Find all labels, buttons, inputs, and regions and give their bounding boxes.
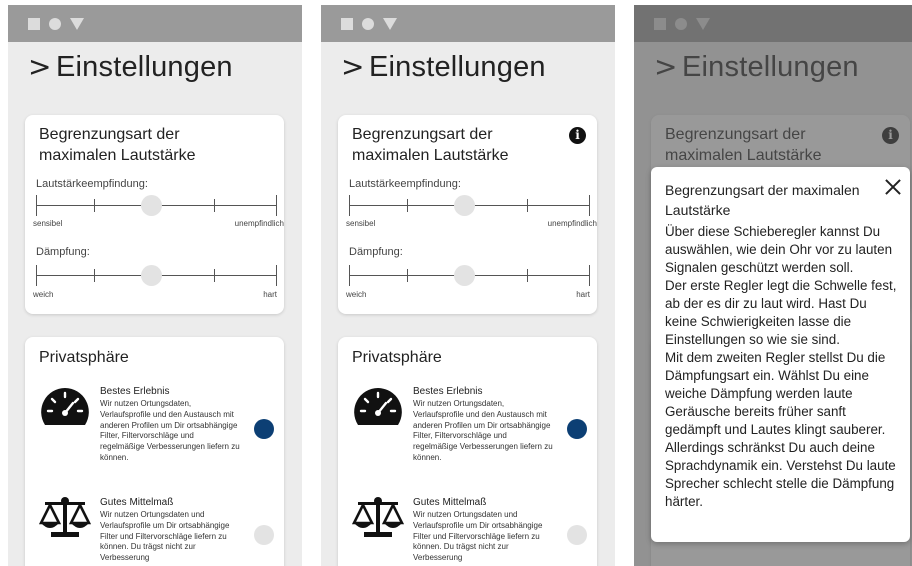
info-dialog: Begrenzungsart der maximalen Lautstärke … — [651, 167, 910, 542]
radio-good-balance[interactable] — [567, 525, 587, 545]
slider-knob[interactable] — [454, 265, 475, 286]
back-chevron-icon[interactable]: > — [341, 53, 364, 81]
privacy-card: Privatsphäre Bestes Erlebnis Wir nutzen … — [25, 337, 284, 566]
screen-2: > Einstellungen Begrenzungsart der maxim… — [321, 5, 615, 566]
damping-slider[interactable] — [349, 265, 590, 287]
nav-square-icon[interactable] — [341, 17, 353, 30]
page-header: > Einstellungen — [8, 44, 302, 90]
card-title: Begrenzungsart der maximalen Lautstärke — [39, 126, 196, 164]
screen-3: > Einstellungen Begrenzungsart der maxim… — [634, 5, 912, 566]
slider-min-label: weich — [346, 290, 367, 299]
back-chevron-icon[interactable]: > — [28, 53, 51, 81]
slider-max-label: unempfindlich — [234, 219, 284, 228]
nav-triangle-icon[interactable] — [383, 17, 397, 30]
slider-label: Dämpfung: — [349, 246, 403, 258]
nav-triangle-icon[interactable] — [70, 17, 84, 30]
dialog-title: Begrenzungsart der maximalen Lautstärke — [665, 182, 860, 218]
slider-label: Dämpfung: — [36, 246, 90, 258]
card-title: Privatsphäre — [39, 349, 129, 366]
slider-min-label: sensibel — [346, 219, 376, 228]
option-description: Wir nutzen Ortungsdaten, Verlaufsprofile… — [100, 399, 240, 462]
sensitivity-slider[interactable] — [36, 195, 277, 217]
slider-max-label: hart — [576, 290, 590, 299]
option-title: Bestes Erlebnis — [100, 386, 170, 397]
page-title: Einstellungen — [56, 50, 233, 83]
nav-circle-icon[interactable] — [362, 17, 374, 30]
damping-slider[interactable] — [36, 265, 277, 287]
option-description: Wir nutzen Ortungsdaten und Verlaufsprof… — [413, 510, 543, 563]
slider-min-label: weich — [33, 290, 54, 299]
page-title: Einstellungen — [369, 50, 546, 83]
slider-knob[interactable] — [141, 265, 162, 286]
option-description: Wir nutzen Ortungsdaten, Verlaufsprofile… — [413, 399, 553, 462]
screen-1: > Einstellungen Begrenzungsart der maxim… — [8, 5, 302, 566]
page-header: > Einstellungen — [321, 44, 615, 90]
radio-best-experience[interactable] — [567, 419, 587, 439]
radio-good-balance[interactable] — [254, 525, 274, 545]
slider-min-label: sensibel — [33, 219, 63, 228]
slider-label: Lautstärkeempfindung: — [36, 178, 148, 190]
privacy-card: Privatsphäre Bestes Erlebnis Wir nutzen … — [338, 337, 597, 566]
nav-circle-icon[interactable] — [49, 17, 61, 30]
slider-knob[interactable] — [454, 195, 475, 216]
card-title: Privatsphäre — [352, 349, 442, 366]
speedometer-icon — [354, 388, 402, 425]
option-description: Wir nutzen Ortungsdaten und Verlaufsprof… — [100, 510, 230, 563]
option-title: Bestes Erlebnis — [413, 386, 483, 397]
slider-max-label: hart — [263, 290, 277, 299]
info-icon[interactable]: i — [569, 127, 586, 144]
balance-scale-icon — [352, 497, 404, 537]
dialog-body: Über diese Schieberegler kannst Du auswä… — [665, 224, 897, 509]
volume-limit-card: Begrenzungsart der maximalen Lautstärke … — [338, 115, 597, 314]
option-title: Gutes Mittelmaß — [100, 497, 174, 508]
nav-square-icon[interactable] — [28, 17, 40, 30]
slider-max-label: unempfindlich — [547, 219, 597, 228]
card-title: Begrenzungsart der maximalen Lautstärke — [352, 126, 509, 164]
option-title: Gutes Mittelmaß — [413, 497, 487, 508]
speedometer-icon — [41, 388, 89, 425]
volume-limit-card: Begrenzungsart der maximalen Lautstärke … — [25, 115, 284, 314]
close-icon[interactable] — [883, 177, 903, 197]
android-nav-bar — [321, 5, 615, 42]
radio-best-experience[interactable] — [254, 419, 274, 439]
slider-knob[interactable] — [141, 195, 162, 216]
android-nav-bar — [8, 5, 302, 42]
sensitivity-slider[interactable] — [349, 195, 590, 217]
slider-label: Lautstärkeempfindung: — [349, 178, 461, 190]
balance-scale-icon — [39, 497, 91, 537]
